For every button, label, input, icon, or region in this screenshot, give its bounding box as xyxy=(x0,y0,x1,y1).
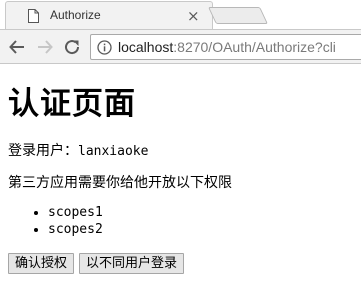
url-host: localhost xyxy=(118,39,174,55)
forward-arrow-icon[interactable] xyxy=(36,38,54,56)
action-buttons: 确认授权 以不同用户登录 xyxy=(8,253,361,274)
scope-item: scopes2 xyxy=(48,221,361,238)
browser-tab[interactable]: Authorize × xyxy=(5,1,213,30)
permission-text: 第三方应用需要你给他开放以下权限 xyxy=(8,175,232,191)
scope-item: scopes1 xyxy=(48,204,361,221)
page-icon xyxy=(28,9,39,23)
info-icon[interactable] xyxy=(97,40,112,55)
user-label: 登录用户： xyxy=(8,143,78,159)
close-icon[interactable]: × xyxy=(187,7,200,25)
user-name: lanxiaoke xyxy=(78,144,149,159)
back-arrow-icon[interactable] xyxy=(8,38,26,56)
page-content: 认证页面 登录用户：lanxiaoke 第三方应用需要你给他开放以下权限 sco… xyxy=(8,64,361,274)
address-bar[interactable]: localhost:8270/OAuth/Authorize?cli xyxy=(90,34,361,60)
login-user-line: 登录用户：lanxiaoke xyxy=(8,142,361,161)
reload-icon[interactable] xyxy=(63,38,81,56)
url-path: :8270/OAuth/Authorize?cli xyxy=(173,39,336,55)
url-text[interactable]: localhost:8270/OAuth/Authorize?cli xyxy=(118,39,336,55)
tab-title: Authorize xyxy=(50,8,101,22)
browser-toolbar: localhost:8270/OAuth/Authorize?cli xyxy=(0,30,361,64)
tab-strip: Authorize × xyxy=(0,0,361,30)
page-title: 认证页面 xyxy=(8,86,136,122)
confirm-authorize-button[interactable]: 确认授权 xyxy=(8,253,75,274)
switch-user-login-button[interactable]: 以不同用户登录 xyxy=(79,253,185,274)
new-tab-button[interactable] xyxy=(208,7,268,24)
scope-list: scopes1 scopes2 xyxy=(8,204,361,238)
